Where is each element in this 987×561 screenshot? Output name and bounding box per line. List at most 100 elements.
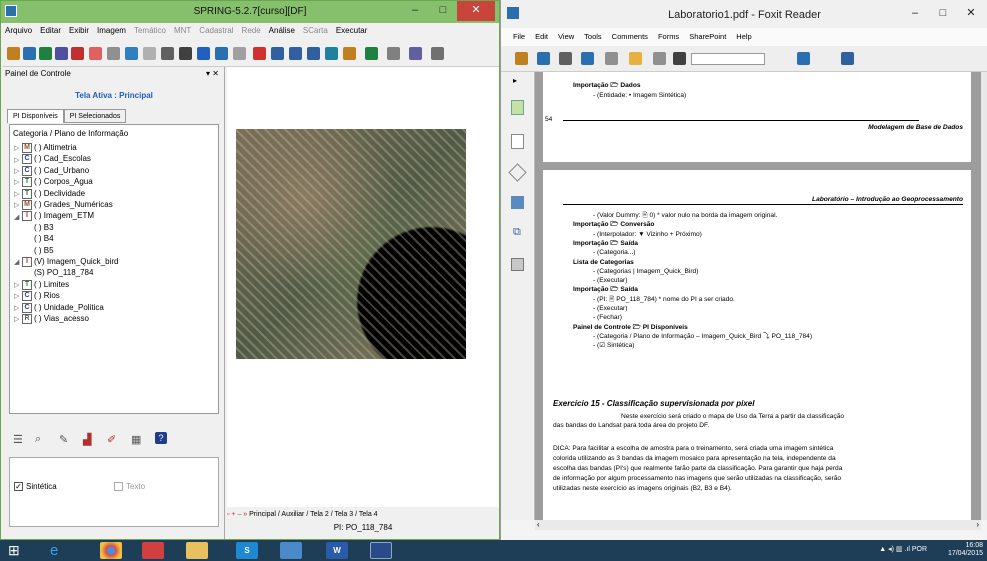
attachment-icon[interactable]: ⧉ [513,226,521,239]
toolbar-icon[interactable] [253,47,266,60]
menu-item[interactable]: Edit [535,28,548,46]
close-button[interactable]: ✕ [957,4,985,24]
tree-item[interactable]: ▷ R( ) Vias_acesso [14,314,89,325]
pdf-viewport[interactable]: Importação 🗁 Dados - (Entidade: • Imagem… [535,72,981,520]
close-button[interactable]: ✕ [457,1,495,21]
toolbar-icon[interactable] [797,52,810,65]
expand-icon[interactable]: ▷ [14,201,22,211]
menu-item[interactable]: Rede [242,23,261,39]
tree-item[interactable]: ( ) B5 [34,246,54,256]
save-icon[interactable] [537,52,550,65]
page-icon[interactable] [605,52,618,65]
toolbar-icon[interactable] [39,47,52,60]
tree-item[interactable]: ▷ T( ) Declividade [14,188,85,200]
tray-icons[interactable]: ▲ ◂) ▥ .ıl POR [879,546,927,554]
toolbar-icon[interactable] [89,47,102,60]
tool-icon[interactable]: ✎ [59,433,68,446]
toolbar-icon[interactable] [325,47,338,60]
zoom-icon[interactable] [289,47,302,60]
menu-item[interactable]: Arquivo [5,23,32,39]
file-explorer-icon[interactable] [186,542,208,559]
maximize-button[interactable]: □ [429,1,457,21]
page-icon[interactable] [511,134,524,149]
toolbar-icon[interactable] [125,47,138,60]
email-icon[interactable] [581,52,594,65]
ie-icon[interactable]: e [50,542,72,559]
tree-item[interactable]: ◢ I (V) Imagem_Quick_bird [14,257,118,268]
language-indicator[interactable]: POR [912,546,927,553]
sidebar-arrow-icon[interactable]: ▸ [513,76,517,85]
toolbar-icon[interactable] [71,47,84,60]
menu-item[interactable]: Cadastral [199,23,233,39]
expand-icon[interactable]: ▷ [14,144,22,154]
screen-tabs-label[interactable]: Principal / Auxiliar / Tela 2 / Tela 3 /… [249,511,377,518]
comments-icon[interactable] [511,258,524,271]
tree-item[interactable]: ▷ M( ) Grades_Numéricas [14,200,113,211]
tree-item[interactable]: ▷ C( ) Cad_Urbano [14,165,89,177]
tree-item[interactable]: ( ) B3 [34,223,54,233]
toolbar-icon[interactable] [343,47,356,60]
expand-icon[interactable]: ◢ [14,258,22,268]
layers-icon[interactable] [511,196,524,209]
menu-item[interactable]: Exibir [69,23,89,39]
paint-icon[interactable]: ▟ [83,433,91,446]
menu-item[interactable]: Help [736,28,751,46]
menu-item[interactable]: SharePoint [689,28,726,46]
sintetica-checkbox[interactable]: ✓ Sintética [14,482,57,492]
toolbar-icon[interactable] [215,47,228,60]
menu-item[interactable]: File [513,28,525,46]
menu-item[interactable]: Imagem [97,23,126,39]
scroll-right-icon[interactable]: › [976,520,979,530]
scroll-left-icon[interactable]: ‹ [535,520,540,529]
expand-icon[interactable]: ▷ [14,315,22,325]
menu-item[interactable]: Executar [336,23,368,39]
tree-item[interactable]: ▷ T( ) Corpos_Agua [14,177,93,188]
toolbar-icon[interactable] [161,47,174,60]
expand-icon[interactable]: ▷ [14,178,22,188]
select-icon[interactable] [653,52,666,65]
toolbar-icon[interactable] [107,47,120,60]
menu-item[interactable]: MNT [174,23,191,39]
app-icon[interactable] [142,542,164,559]
skype-icon[interactable]: S [236,542,258,559]
expand-icon[interactable]: ▷ [14,292,22,302]
word-icon[interactable]: W [326,542,348,559]
hand-icon[interactable] [629,52,642,65]
tree-item[interactable]: ▷ C( ) Cad_Escolas [14,154,91,165]
expand-icon[interactable]: ◢ [14,213,22,223]
find-icon[interactable] [673,52,686,65]
toolbar-icon[interactable] [431,47,444,60]
toolbar-icon[interactable] [841,52,854,65]
toolbar-icon[interactable] [409,47,422,60]
expand-icon[interactable]: ▷ [14,167,22,177]
help-icon[interactable]: ? [155,432,167,444]
zoom-icon[interactable] [271,47,284,60]
tree-item[interactable]: ( ) B4 [34,234,54,244]
texto-checkbox[interactable]: Texto [114,482,145,492]
screen-tabs[interactable]: ▫ + – » Principal / Auxiliar / Tela 2 / … [227,509,499,521]
expand-icon[interactable]: ▷ [14,304,22,314]
expand-icon[interactable]: ▷ [14,281,22,291]
tree-item[interactable]: ▷ T( ) Limites [14,279,69,291]
windows-start-icon[interactable]: ⊞ [8,542,30,559]
clock-date[interactable]: 17/04/2015 [948,550,983,558]
minimize-button[interactable]: – [401,1,429,21]
tree-item[interactable]: (S) PO_118_784 [34,268,93,278]
maximize-button[interactable]: □ [929,4,957,24]
tag-icon[interactable] [508,163,527,182]
print-icon[interactable] [559,52,572,65]
toolbar-icon[interactable] [143,47,156,60]
toolbar-icon[interactable] [233,47,246,60]
foxit-taskbar-icon[interactable] [280,542,302,559]
menu-item[interactable]: Temático [134,23,166,39]
tree-item[interactable]: ▷ M( ) Altimetria [14,143,77,154]
toolbar-icon[interactable] [179,47,192,60]
horizontal-scrollbar[interactable]: ‹ › [535,520,981,530]
pages-icon[interactable] [511,100,524,115]
chrome-icon[interactable] [100,542,122,559]
list-icon[interactable]: ☰ [13,433,23,446]
clock-time[interactable]: 16:08 [948,542,983,550]
vertical-scrollbar[interactable] [981,72,987,520]
toolbar-icon[interactable] [365,47,378,60]
menu-item[interactable]: Análise [269,23,295,39]
